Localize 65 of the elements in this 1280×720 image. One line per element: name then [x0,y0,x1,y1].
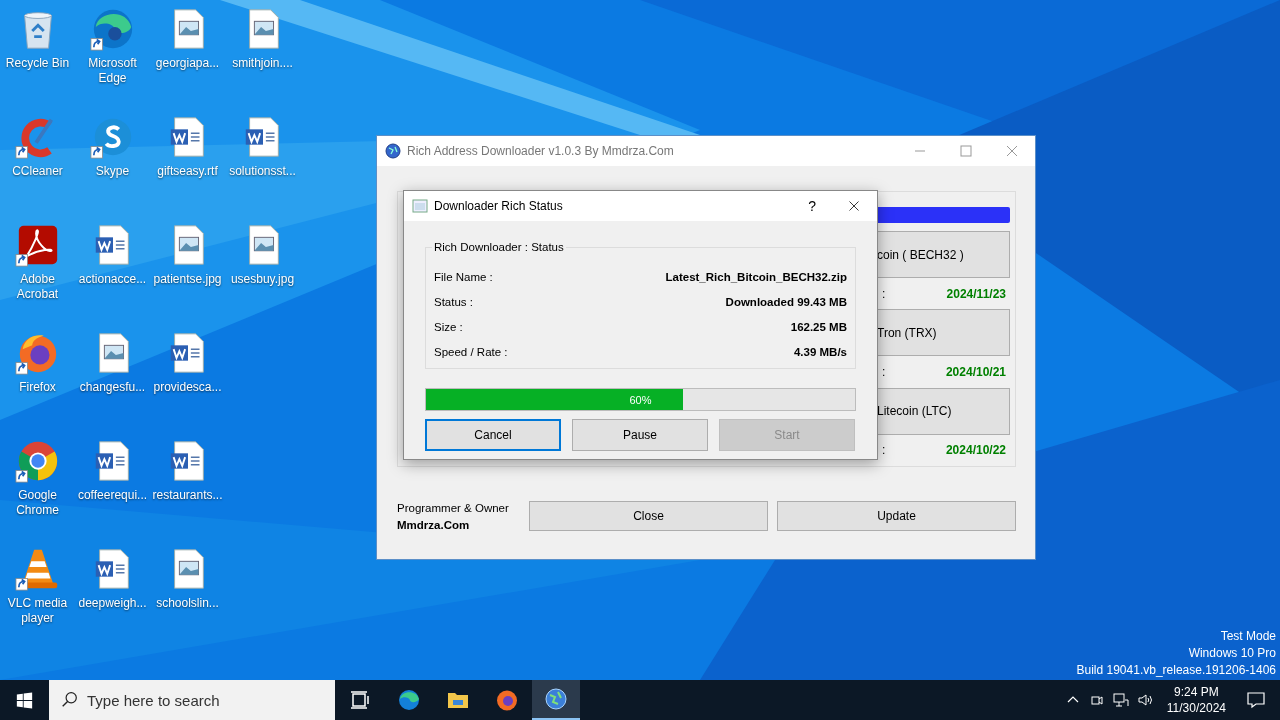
swirl-icon[interactable] [397,688,421,712]
dialog-title: Downloader Rich Status [434,199,563,213]
desktop-icon-label[interactable]: schoolslin... [156,596,219,611]
taskbar-button[interactable] [532,680,580,720]
clock-date[interactable]: 11/30/2024 [1166,700,1226,716]
desktop-icon-label[interactable]: changesfu... [79,380,146,395]
field-label: File Name : [434,270,493,283]
search-icon [61,691,78,708]
progress-text: 60% [629,393,652,406]
globe-icon[interactable] [544,687,568,711]
desktop-icon-label[interactable]: solutionsst... [229,164,296,179]
close-icon[interactable] [848,200,860,212]
watermark-text: Build 19041.vb_release.191206-1406 [1076,662,1276,679]
search-field[interactable]: Type here to search [49,680,335,720]
desktop-icon-label[interactable]: Firefox [19,380,56,395]
owner-name: Mmdrza.Com [397,518,471,531]
row-label: : [882,286,886,301]
network-icon[interactable] [1112,692,1129,708]
owner-label: Programmer & Owner [397,501,510,514]
globe-icon [385,143,401,159]
task-view-icon[interactable] [348,688,372,712]
field-label: Size : [434,320,463,333]
window-button[interactable]: Update [777,501,1016,531]
date-text: 2024/10/21 [945,365,1006,380]
window-title: Rich Address Downloader v1.0.3 By Mmdrza.Com [407,144,674,158]
field-value: Downloaded 99.43 MB [725,295,847,308]
field-value: 4.39 MB/s [793,345,847,358]
field-label: Speed / Rate : [434,345,508,358]
row-label: : [882,443,886,458]
row-label: : [882,365,886,380]
desktop-icon-label[interactable]: Google Chrome [0,488,75,518]
desktop-icon-label[interactable]: coffeerequi... [77,488,148,503]
desktop-icon-label[interactable]: giftseasy.rtf [157,164,218,179]
field-value: Latest_Rich_Bitcoin_BECH32.zip [665,270,847,283]
desktop-icon-label[interactable]: Adobe Acrobat [0,272,75,302]
watermark-text: Test Mode [1220,628,1276,645]
notification-icon[interactable] [1246,690,1266,710]
volume-icon[interactable] [1136,692,1153,708]
desktop-icon-label[interactable]: Recycle Bin [5,56,70,71]
desktop-icon-label[interactable]: smithjoin.... [232,56,293,71]
desktop-icon-label[interactable]: VLC media player [0,596,75,626]
desktop-icon-label[interactable]: Skype [95,164,130,179]
clock-time[interactable]: 9:24 PM [1174,684,1219,700]
field-label: Status : [434,295,473,308]
date-text: 2024/11/23 [946,286,1006,301]
desktop-icon-label[interactable]: Microsoft Edge [75,56,150,86]
desktop-icon-label[interactable]: georgiapa... [155,56,220,71]
desktop-icon-label[interactable]: usesbuy.jpg [230,272,295,287]
group-title: Rich Downloader : Status [432,241,566,253]
fox-globe-icon[interactable] [495,688,519,712]
window-button[interactable]: Close [529,501,768,531]
date-text: 2024/10/22 [945,443,1006,458]
desktop-icon-label[interactable]: deepweigh... [78,596,147,611]
watermark-text: Windows 10 Pro [1188,645,1276,662]
field-value: 162.25 MB [790,320,847,333]
desktop-icon-label[interactable]: CCleaner [12,164,63,179]
help-button[interactable]: ? [808,198,816,214]
dialog-button[interactable]: Pause [572,419,708,451]
desktop-icon-label[interactable]: actionacce... [78,272,147,287]
desktop-icon-label[interactable]: providesca... [153,380,222,395]
dialog-button[interactable]: Cancel [425,419,561,451]
desktop-icon-label[interactable]: patientse.jpg [153,272,222,287]
window-icon [412,198,428,214]
start-icon[interactable] [16,691,33,709]
desktop-icon-label[interactable]: restaurants... [152,488,223,503]
